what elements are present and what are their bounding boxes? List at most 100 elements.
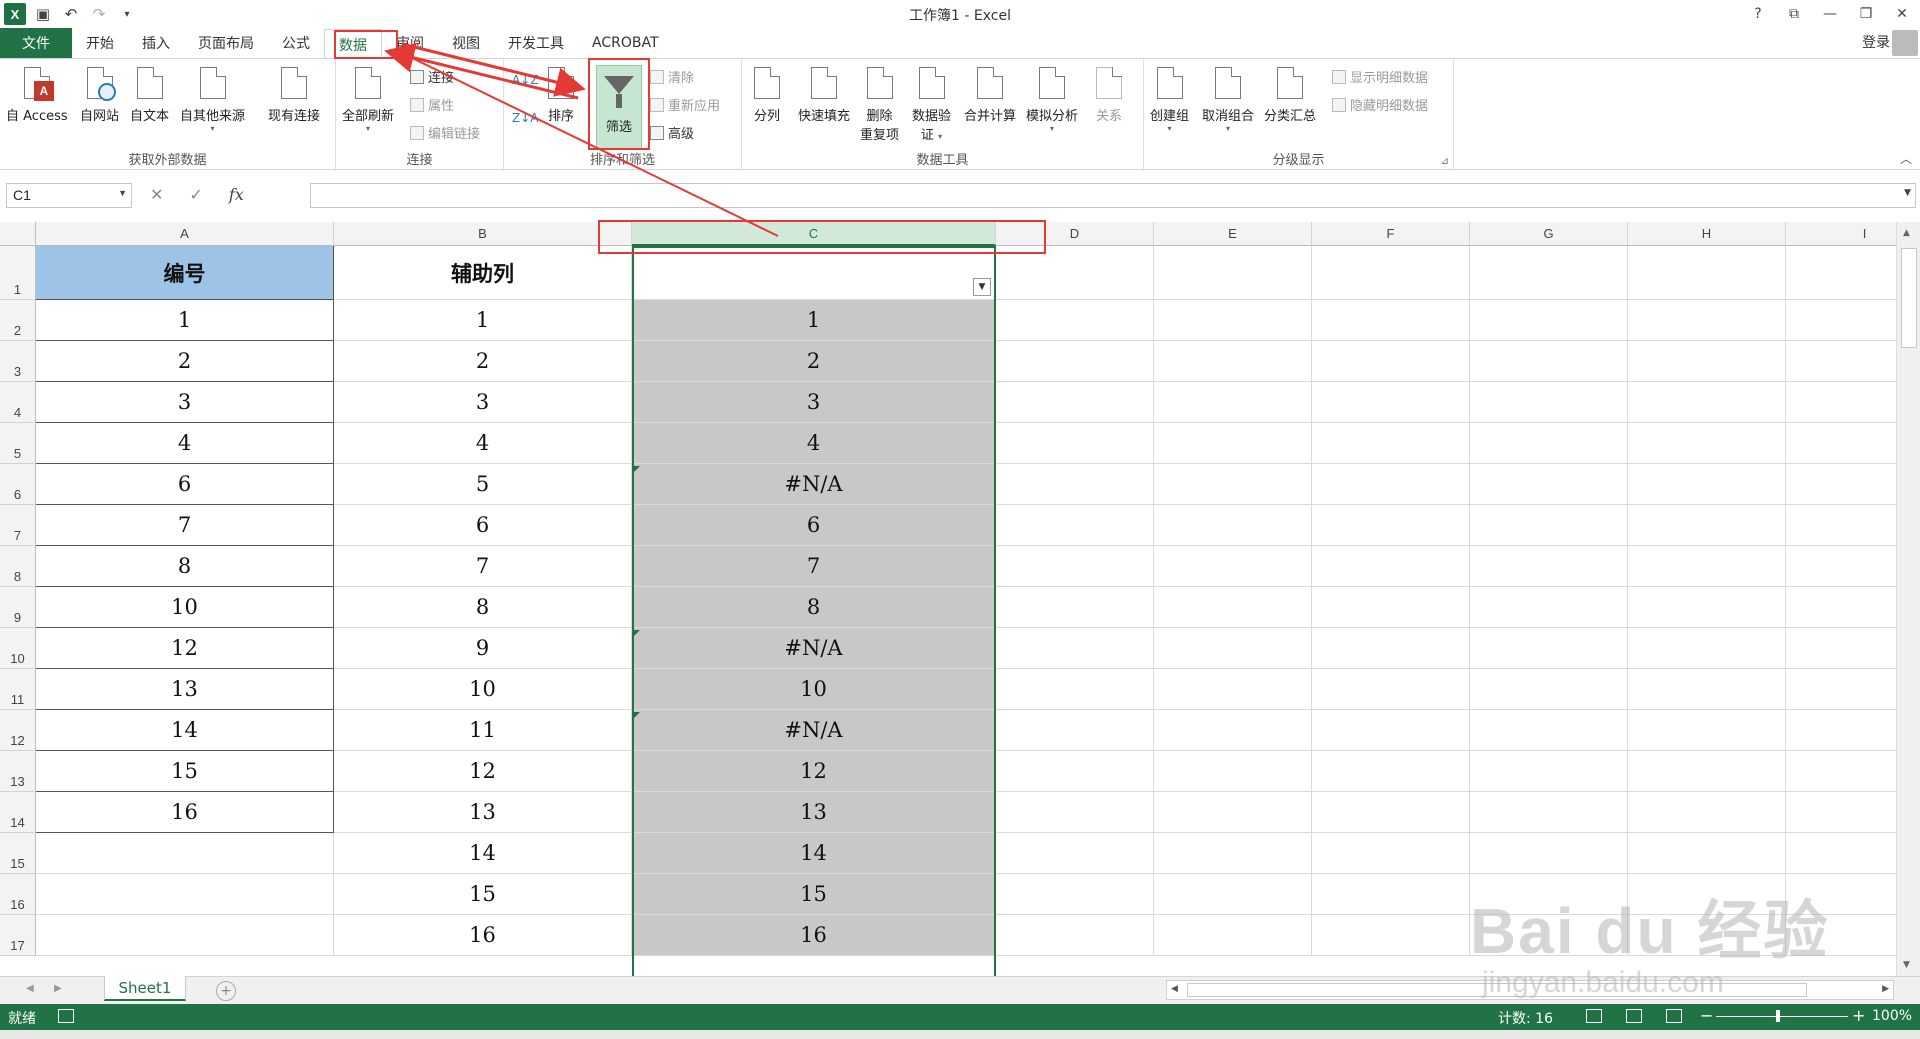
column-header-g[interactable]: G — [1470, 222, 1628, 246]
formula-input[interactable]: ▼ — [310, 183, 1916, 208]
column-header-f[interactable]: F — [1312, 222, 1470, 246]
row-header-4[interactable]: 4 — [0, 382, 36, 423]
cell[interactable] — [1312, 246, 1470, 300]
cell[interactable] — [1628, 874, 1786, 915]
column-header-a[interactable]: A — [36, 222, 334, 246]
cell[interactable] — [1154, 505, 1312, 546]
outline-dialog-launcher-icon[interactable]: ⊿ — [1441, 156, 1449, 167]
ribbon-display-button[interactable]: ⧉ — [1776, 0, 1812, 28]
cell[interactable] — [996, 423, 1154, 464]
sort-az-icon[interactable]: A↓Z — [512, 73, 538, 87]
page-layout-view-icon[interactable] — [1626, 1009, 1642, 1023]
cell-a11[interactable]: 13 — [36, 669, 334, 710]
cell[interactable] — [1154, 874, 1312, 915]
cell[interactable] — [1628, 628, 1786, 669]
cell[interactable] — [996, 915, 1154, 956]
expand-formula-icon[interactable]: ▼ — [1904, 188, 1911, 198]
cell[interactable] — [1786, 505, 1896, 546]
cell[interactable] — [1786, 833, 1896, 874]
cell-a8[interactable]: 8 — [36, 546, 334, 587]
cell[interactable] — [1312, 915, 1470, 956]
cell[interactable] — [996, 792, 1154, 833]
cell-c10[interactable]: #N/A — [632, 628, 996, 669]
cell[interactable] — [996, 246, 1154, 300]
name-box-dropdown-icon[interactable]: ▼ — [118, 188, 127, 198]
from-access-button[interactable]: A 自 Access — [6, 63, 68, 124]
column-header-b[interactable]: B — [334, 222, 632, 246]
cell-c13[interactable]: 12 — [632, 751, 996, 792]
scroll-left-icon[interactable]: ◀ — [1171, 984, 1178, 994]
redo-icon[interactable]: ↷ — [88, 3, 110, 25]
cell[interactable] — [1312, 423, 1470, 464]
row-header-11[interactable]: 11 — [0, 669, 36, 710]
cell[interactable] — [1470, 505, 1628, 546]
zoom-out-button[interactable]: − — [1700, 1006, 1713, 1025]
cell[interactable] — [1154, 628, 1312, 669]
from-text-button[interactable]: 自文本 — [130, 63, 169, 124]
existing-connections-button[interactable]: 现有连接 — [268, 63, 320, 124]
normal-view-icon[interactable] — [1586, 1009, 1602, 1023]
row-header-13[interactable]: 13 — [0, 751, 36, 792]
cell[interactable] — [1786, 710, 1896, 751]
cell-b15[interactable]: 14 — [334, 833, 632, 874]
next-sheet-icon[interactable]: ▶ — [54, 983, 62, 994]
cell[interactable] — [1786, 792, 1896, 833]
name-box[interactable]: C1 ▼ — [6, 183, 132, 208]
cell-b1[interactable]: 辅助列 — [334, 246, 632, 300]
sort-za-icon[interactable]: Z↓A — [512, 111, 538, 125]
scroll-down-icon[interactable]: ▼ — [1903, 960, 1910, 970]
horizontal-scroll-thumb[interactable] — [1187, 983, 1807, 997]
cell[interactable] — [1786, 246, 1896, 300]
cell[interactable] — [1312, 792, 1470, 833]
column-header-e[interactable]: E — [1154, 222, 1312, 246]
cell[interactable] — [1628, 464, 1786, 505]
cell-b17[interactable]: 16 — [334, 915, 632, 956]
cell[interactable] — [1470, 710, 1628, 751]
cell[interactable] — [1470, 874, 1628, 915]
column-header-i[interactable]: I — [1786, 222, 1896, 246]
enter-icon[interactable]: ✓ — [189, 185, 202, 204]
cell-b14[interactable]: 13 — [334, 792, 632, 833]
cell[interactable] — [1470, 382, 1628, 423]
cell[interactable] — [996, 751, 1154, 792]
tab-home[interactable]: 开始 — [72, 28, 128, 58]
cell-b3[interactable]: 2 — [334, 341, 632, 382]
cell-a13[interactable]: 15 — [36, 751, 334, 792]
cell[interactable] — [1628, 382, 1786, 423]
advanced-button[interactable]: 高级 — [650, 123, 694, 142]
cell-a14[interactable]: 16 — [36, 792, 334, 833]
cell-c16[interactable]: 15 — [632, 874, 996, 915]
undo-icon[interactable]: ↶ — [60, 3, 82, 25]
tab-view[interactable]: 视图 — [438, 28, 494, 58]
cell[interactable] — [1628, 341, 1786, 382]
tab-review[interactable]: 审阅 — [382, 28, 438, 58]
cell[interactable] — [1312, 669, 1470, 710]
vertical-scroll-thumb[interactable] — [1901, 248, 1917, 348]
tab-file[interactable]: 文件 — [0, 28, 72, 58]
cell[interactable] — [1312, 505, 1470, 546]
column-header-d[interactable]: D — [996, 222, 1154, 246]
cell-a12[interactable]: 14 — [36, 710, 334, 751]
cell[interactable] — [1312, 751, 1470, 792]
cell[interactable] — [1312, 874, 1470, 915]
cell-a9[interactable]: 10 — [36, 587, 334, 628]
cell[interactable] — [1470, 628, 1628, 669]
help-button[interactable]: ? — [1740, 0, 1776, 28]
cell-b9[interactable]: 8 — [334, 587, 632, 628]
cell[interactable] — [1628, 915, 1786, 956]
cell[interactable] — [1470, 587, 1628, 628]
cell[interactable] — [1470, 751, 1628, 792]
cell[interactable] — [996, 341, 1154, 382]
data-validation-button[interactable]: 数据验 证 ▾ — [912, 63, 951, 143]
cell[interactable] — [996, 710, 1154, 751]
tab-data[interactable]: 数据 — [324, 29, 382, 59]
cell[interactable] — [1470, 915, 1628, 956]
cell[interactable] — [1312, 382, 1470, 423]
cell-c11[interactable]: 10 — [632, 669, 996, 710]
row-header-14[interactable]: 14 — [0, 792, 36, 833]
row-header-1[interactable]: 1 — [0, 246, 36, 300]
tab-acrobat[interactable]: ACROBAT — [578, 28, 673, 58]
tab-page-layout[interactable]: 页面布局 — [184, 28, 268, 58]
cell[interactable] — [1312, 546, 1470, 587]
flash-fill-button[interactable]: 快速填充 — [798, 63, 850, 124]
